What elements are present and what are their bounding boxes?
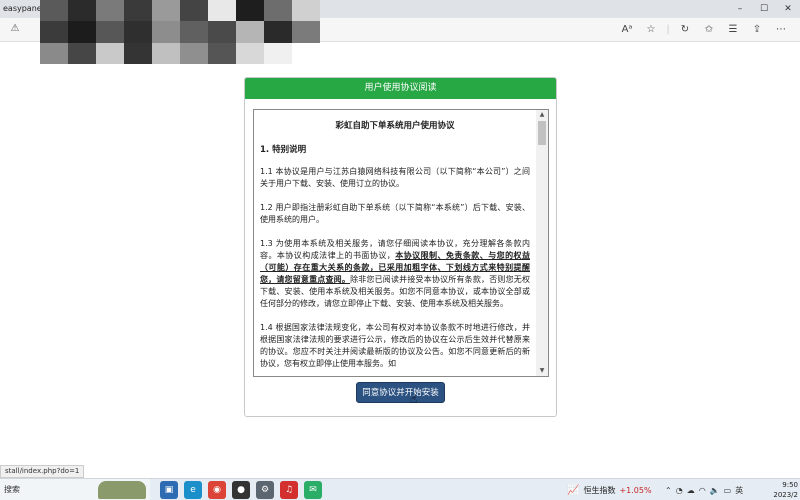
stock-widget[interactable]: 📈 恒生指数 +1.05%: [567, 479, 652, 500]
stock-name: 恒生指数: [583, 485, 616, 495]
settings-icon[interactable]: ⚙: [256, 481, 274, 499]
edge-icon[interactable]: e: [184, 481, 202, 499]
clause-1-2: 1.2 用户即指注册彩虹自助下单系统（以下简称“本系统”）后下载、安装、使用系统…: [260, 203, 530, 224]
clause-1-4: 1.4 根据国家法律法规变化，本公司有权对本协议条款不时地进行修改，并根据国家法…: [260, 323, 530, 368]
clock-time: 9:50: [782, 481, 798, 489]
toolbar-divider: |: [666, 24, 670, 35]
status-url: stall/index.php?do=1: [0, 465, 85, 478]
redacted-area: [40, 0, 320, 64]
wechat-icon[interactable]: ✉: [304, 481, 322, 499]
volume-icon[interactable]: 🔈: [710, 486, 720, 495]
read-aloud-icon[interactable]: Aᵃ: [616, 21, 638, 39]
close-window-button[interactable]: ✕: [776, 0, 800, 18]
warning-icon[interactable]: ⚠: [8, 22, 22, 36]
scroll-thumb[interactable]: [538, 121, 546, 145]
agreement-text-box[interactable]: 彩虹自助下单系统用户使用协议 1. 特别说明 1.1 本协议是用户与江苏白猿网络…: [253, 109, 549, 377]
tray-chevron-icon[interactable]: ⌃: [665, 486, 672, 495]
clause-1-1: 1.1 本协议是用户与江苏白猿网络科技有限公司（以下简称“本公司”）之间关于用户…: [260, 167, 530, 188]
text-scrollbar[interactable]: ▲ ▼: [536, 110, 548, 376]
app-icon[interactable]: ●: [232, 481, 250, 499]
cloud-icon[interactable]: ☁: [687, 486, 695, 495]
netease-music-icon[interactable]: ♫: [280, 481, 298, 499]
search-placeholder: 搜索: [4, 485, 20, 494]
hand-cursor-icon: ☝: [410, 392, 418, 406]
collections-icon[interactable]: ✩: [698, 21, 720, 39]
system-tray: ⌃ ◔ ☁ ◠ 🔈 ▭ 英: [665, 479, 743, 500]
scroll-up-icon[interactable]: ▲: [536, 110, 548, 120]
window-controls: – ☐ ✕: [728, 0, 800, 18]
stock-chart-icon: 📈: [567, 484, 580, 496]
browser-toolbar: Aᵃ ☆ | ↻ ✩ ☰ ⇪ ⋯: [616, 21, 792, 39]
agree-install-button[interactable]: 同意协议并开始安装: [356, 382, 445, 403]
scroll-down-icon[interactable]: ▼: [536, 366, 548, 376]
share-icon[interactable]: ⇪: [746, 21, 768, 39]
refresh-sync-icon[interactable]: ↻: [674, 21, 696, 39]
store-icon[interactable]: ▣: [160, 481, 178, 499]
favorites-bar-icon[interactable]: ☰: [722, 21, 744, 39]
taskbar: 搜索 ▣ e ◉ ● ⚙ ♫ ✉ 📈 恒生指数 +1.05% ⌃ ◔ ☁ ◠ 🔈…: [0, 478, 800, 500]
agreement-title: 彩虹自助下单系统用户使用协议: [335, 121, 455, 131]
agreement-panel: 用户使用协议阅读 彩虹自助下单系统用户使用协议 1. 特别说明 1.1 本协议是…: [244, 77, 557, 417]
section-heading: 1. 特别说明: [260, 145, 307, 155]
panel-title: 用户使用协议阅读: [245, 78, 556, 99]
network-icon[interactable]: ◔: [676, 486, 683, 495]
ime-indicator[interactable]: 英: [735, 485, 743, 496]
search-highlight-image: [98, 481, 146, 499]
clause-1-3: 1.3 为使用本系统及相关服务，请您仔细阅读本协议，充分理解各条款内容。本协议构…: [260, 238, 530, 310]
stock-change: +1.05%: [619, 485, 652, 495]
taskbar-apps: ▣ e ◉ ● ⚙ ♫ ✉: [160, 481, 322, 499]
battery-icon[interactable]: ▭: [724, 486, 732, 495]
minimize-button[interactable]: –: [728, 0, 752, 18]
agreement-content: 彩虹自助下单系统用户使用协议 1. 特别说明 1.1 本协议是用户与江苏白猿网络…: [254, 110, 536, 376]
taskbar-clock[interactable]: 9:50 2023/2: [773, 480, 798, 500]
clock-date: 2023/2: [773, 491, 798, 499]
wifi-icon[interactable]: ◠: [699, 486, 706, 495]
maximize-button[interactable]: ☐: [752, 0, 776, 18]
more-icon[interactable]: ⋯: [770, 21, 792, 39]
favorite-star-icon[interactable]: ☆: [640, 21, 662, 39]
chrome-icon[interactable]: ◉: [208, 481, 226, 499]
